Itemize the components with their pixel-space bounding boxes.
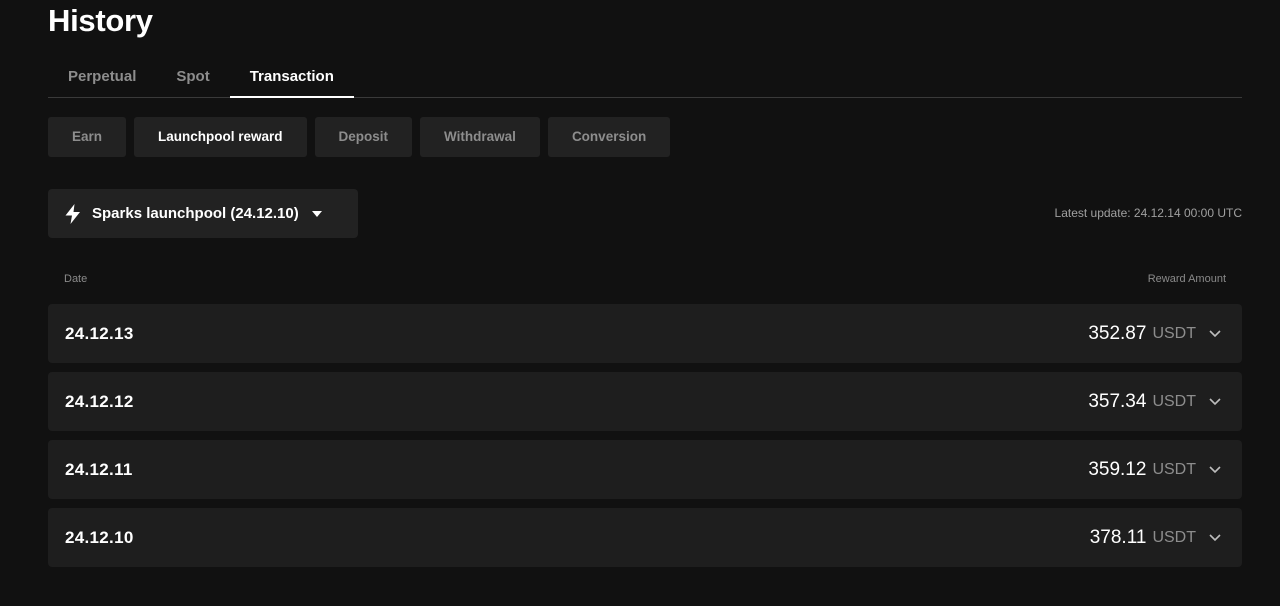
filter-launchpool-reward[interactable]: Launchpool reward (134, 117, 307, 157)
column-header-reward-amount: Reward Amount (1147, 273, 1226, 285)
chevron-down-icon[interactable] (1208, 327, 1222, 341)
caret-down-icon (311, 208, 323, 220)
reward-amount-group: 357.34 USDT (1088, 391, 1222, 413)
page-title: History (48, 3, 153, 38)
reward-unit: USDT (1152, 324, 1196, 342)
reward-list: 24.12.13 352.87 USDT 24.12.12 357.34 USD… (48, 304, 1242, 576)
launchpool-dropdown[interactable]: Sparks launchpool (24.12.10) (48, 189, 358, 238)
reward-amount: 359.12 (1088, 458, 1147, 480)
latest-update-value: 24.12.14 00:00 UTC (1133, 206, 1242, 220)
reward-row[interactable]: 24.12.12 357.34 USDT (48, 372, 1242, 431)
history-page: History Perpetual Spot Transaction Earn … (0, 0, 1280, 606)
tab-transaction[interactable]: Transaction (229, 58, 355, 98)
chevron-down-icon[interactable] (1208, 395, 1222, 409)
bolt-icon (62, 203, 84, 225)
chevron-down-icon[interactable] (1208, 531, 1222, 545)
latest-update: Latest update: 24.12.14 00:00 UTC (1055, 206, 1242, 220)
reward-amount-group: 378.11 USDT (1090, 527, 1222, 549)
reward-amount: 352.87 (1088, 322, 1147, 344)
tab-perpetual[interactable]: Perpetual (48, 58, 156, 96)
reward-date: 24.12.10 (65, 527, 134, 547)
filter-conversion[interactable]: Conversion (547, 117, 671, 157)
reward-row[interactable]: 24.12.10 378.11 USDT (48, 508, 1242, 567)
history-tabs: Perpetual Spot Transaction (48, 58, 1242, 98)
reward-amount-group: 359.12 USDT (1088, 459, 1222, 481)
reward-amount: 378.11 (1089, 526, 1147, 548)
filter-withdrawal[interactable]: Withdrawal (420, 117, 540, 157)
reward-row[interactable]: 24.12.11 359.12 USDT (48, 440, 1242, 499)
reward-unit: USDT (1152, 528, 1196, 546)
filter-earn[interactable]: Earn (48, 117, 127, 157)
column-header-date: Date (64, 273, 88, 285)
reward-date: 24.12.11 (65, 459, 133, 479)
transaction-filter-bar: Earn Launchpool reward Deposit Withdrawa… (48, 117, 671, 157)
reward-row[interactable]: 24.12.13 352.87 USDT (48, 304, 1242, 363)
reward-date: 24.12.13 (65, 323, 134, 343)
filter-deposit[interactable]: Deposit (314, 117, 413, 157)
reward-unit: USDT (1152, 460, 1196, 478)
tab-spot[interactable]: Spot (156, 58, 229, 96)
chevron-down-icon[interactable] (1208, 463, 1222, 477)
reward-amount: 357.34 (1088, 390, 1147, 412)
reward-unit: USDT (1152, 392, 1196, 410)
latest-update-label: Latest update: (1054, 206, 1131, 220)
reward-amount-group: 352.87 USDT (1088, 323, 1222, 345)
launchpool-dropdown-label: Sparks launchpool (24.12.10) (92, 205, 299, 222)
reward-date: 24.12.12 (65, 391, 134, 411)
